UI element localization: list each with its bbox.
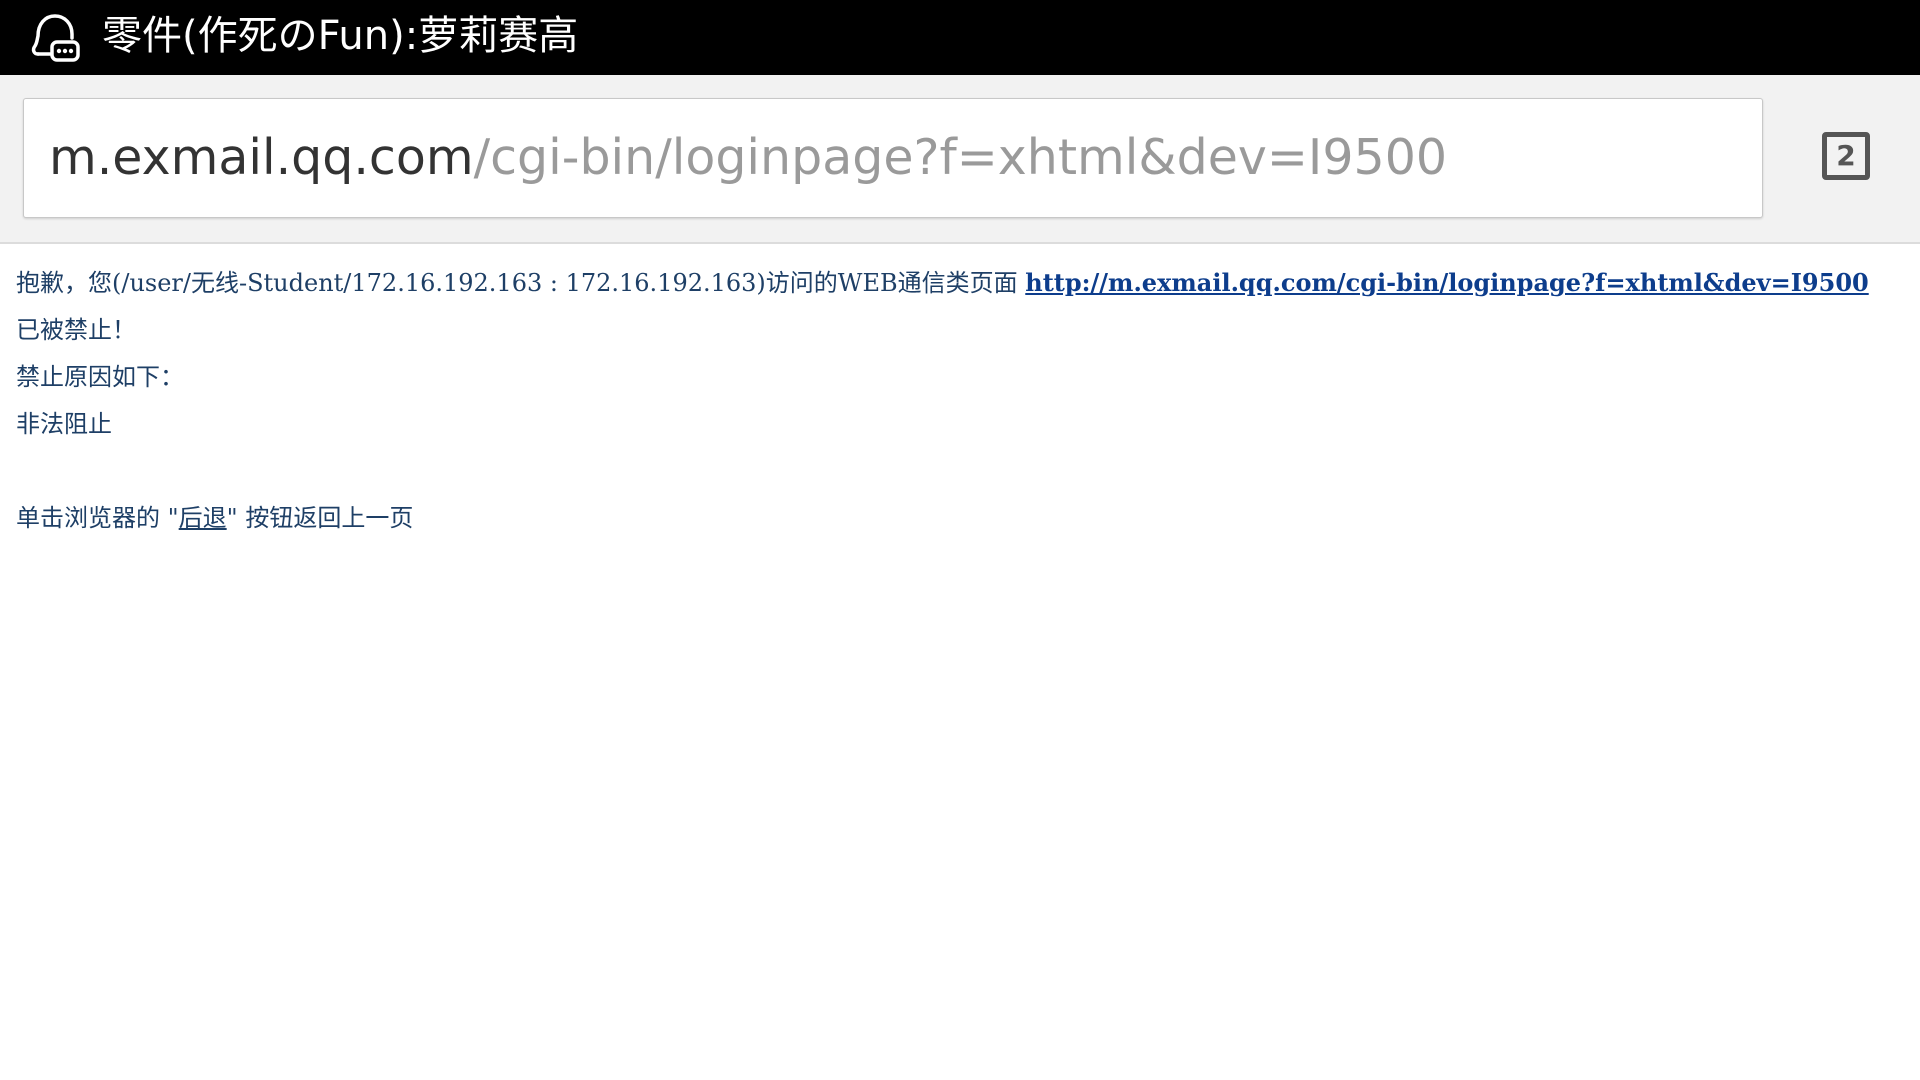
back-suffix: " 按钮返回上一页 [226, 504, 414, 532]
page-title: 零件(作死のFun):萝莉赛高 [102, 13, 579, 59]
back-instruction: 单击浏览器的 "后退" 按钮返回上一页 [16, 495, 1896, 542]
address-bar-area: m.exmail.qq.com/cgi-bin/loginpage?f=xhtm… [0, 75, 1920, 244]
block-message-prefix: 抱歉，您(/user/无线-Student/172.16.192.163 : 1… [16, 269, 1026, 297]
reason-heading: 禁止原因如下： [16, 363, 184, 391]
qq-chat-icon[interactable] [28, 10, 82, 64]
block-message: 抱歉，您(/user/无线-Student/172.16.192.163 : 1… [16, 259, 1896, 354]
block-message-suffix: 已被禁止！ [16, 316, 136, 344]
url-input[interactable]: m.exmail.qq.com/cgi-bin/loginpage?f=xhtm… [23, 98, 1763, 218]
back-prefix: 单击浏览器的 " [16, 504, 179, 532]
url-path: /cgi-bin/loginpage?f=xhtml&dev=I9500 [473, 129, 1448, 186]
blocked-page-content: 抱歉，您(/user/无线-Student/172.16.192.163 : 1… [16, 259, 1896, 542]
url-text: m.exmail.qq.com/cgi-bin/loginpage?f=xhtm… [49, 99, 1447, 217]
tab-switcher-button[interactable]: 2 [1822, 132, 1870, 180]
reason-text: 非法阻止 [16, 410, 112, 438]
title-bar: 零件(作死のFun):萝莉赛高 [0, 0, 1920, 75]
back-link[interactable]: 后退 [179, 504, 227, 532]
url-host: m.exmail.qq.com [49, 129, 474, 186]
blocked-url-link[interactable]: http://m.exmail.qq.com/cgi-bin/loginpage… [1025, 268, 1868, 297]
